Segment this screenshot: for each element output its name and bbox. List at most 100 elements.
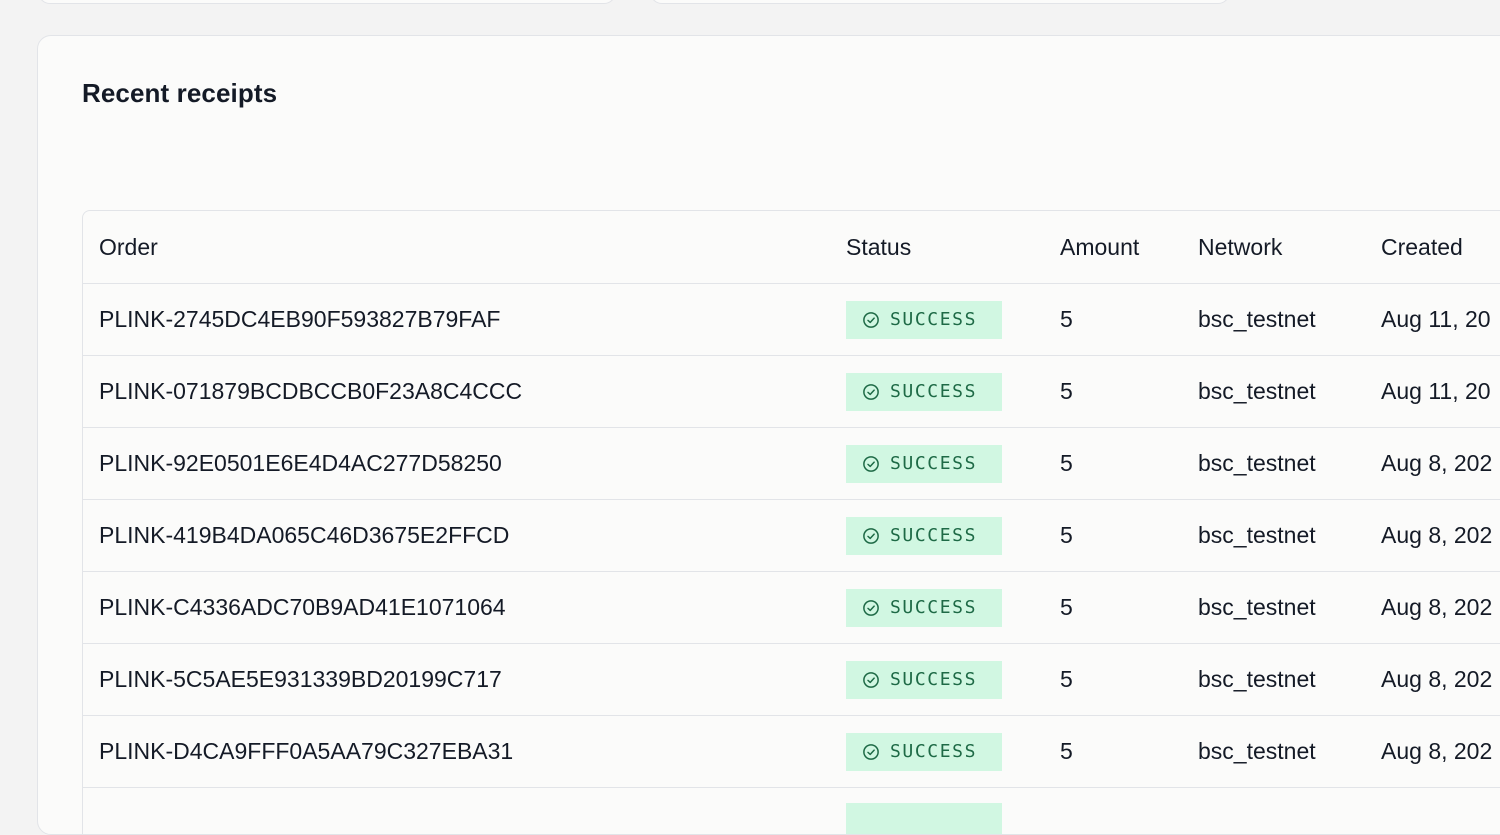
table-row[interactable]: PLINK-92E0501E6E4D4AC277D58250 SUCCESS 5… <box>83 428 1500 500</box>
network-value: bsc_testnet <box>1198 738 1316 764</box>
check-circle-icon <box>862 671 880 689</box>
created-value: Aug 8, 202 <box>1381 522 1492 548</box>
amount-value: 5 <box>1060 522 1073 548</box>
check-circle-icon <box>862 383 880 401</box>
recent-receipts-panel: Recent receipts Order Status Amount Netw… <box>37 35 1500 835</box>
receipts-table: Order Status Amount Network Created PLIN… <box>83 211 1500 835</box>
created-cell: Aug 8, 202 <box>1365 644 1500 716</box>
status-cell: SUCCESS <box>830 716 1044 788</box>
table-body: PLINK-2745DC4EB90F593827B79FAF SUCCESS 5… <box>83 284 1500 835</box>
network-cell: bsc_testnet <box>1182 284 1365 356</box>
status-badge: SUCCESS <box>846 803 1002 835</box>
status-text: SUCCESS <box>890 525 977 546</box>
order-id-cell[interactable]: PLINK-419B4DA065C46D3675E2FFCD <box>83 500 830 572</box>
status-badge: SUCCESS <box>846 733 1002 771</box>
status-badge: SUCCESS <box>846 445 1002 483</box>
network-value: bsc_testnet <box>1198 522 1316 548</box>
table-row[interactable]: PLINK-419B4DA065C46D3675E2FFCD SUCCESS 5… <box>83 500 1500 572</box>
status-text: SUCCESS <box>890 741 977 762</box>
table-row[interactable]: PLINK-D4CA9FFF0A5AA79C327EBA31 SUCCESS 5… <box>83 716 1500 788</box>
created-value: Aug 8, 202 <box>1381 450 1492 476</box>
status-text: SUCCESS <box>890 381 977 402</box>
network-cell: bsc_testnet <box>1182 500 1365 572</box>
table-row[interactable]: PLINK-2745DC4EB90F593827B79FAF SUCCESS 5… <box>83 284 1500 356</box>
receipts-table-container: Order Status Amount Network Created PLIN… <box>82 210 1500 835</box>
check-circle-icon <box>862 599 880 617</box>
amount-cell <box>1044 788 1182 835</box>
status-cell: SUCCESS <box>830 284 1044 356</box>
status-badge: SUCCESS <box>846 373 1002 411</box>
network-cell: bsc_testnet <box>1182 356 1365 428</box>
order-id-cell[interactable]: PLINK-2745DC4EB90F593827B79FAF <box>83 284 830 356</box>
order-id-cell <box>83 788 830 835</box>
amount-cell: 5 <box>1044 644 1182 716</box>
summary-card-left <box>38 0 616 4</box>
order-id: PLINK-071879BCDBCCB0F23A8C4CCC <box>99 378 522 404</box>
order-id-cell[interactable]: PLINK-D4CA9FFF0A5AA79C327EBA31 <box>83 716 830 788</box>
status-badge: SUCCESS <box>846 301 1002 339</box>
network-value: bsc_testnet <box>1198 666 1316 692</box>
order-id-cell[interactable]: PLINK-071879BCDBCCB0F23A8C4CCC <box>83 356 830 428</box>
status-badge: SUCCESS <box>846 589 1002 627</box>
created-value: Aug 8, 202 <box>1381 594 1492 620</box>
created-cell: Aug 8, 202 <box>1365 716 1500 788</box>
created-cell: Aug 11, 20 <box>1365 356 1500 428</box>
status-text: SUCCESS <box>890 669 977 690</box>
network-cell: bsc_testnet <box>1182 716 1365 788</box>
amount-value: 5 <box>1060 738 1073 764</box>
network-value: bsc_testnet <box>1198 594 1316 620</box>
amount-value: 5 <box>1060 306 1073 332</box>
created-cell: Aug 11, 20 <box>1365 284 1500 356</box>
created-cell: Aug 8, 202 <box>1365 500 1500 572</box>
status-cell: SUCCESS <box>830 500 1044 572</box>
status-text: SUCCESS <box>890 453 977 474</box>
created-value: Aug 8, 202 <box>1381 738 1492 764</box>
order-id: PLINK-92E0501E6E4D4AC277D58250 <box>99 450 502 476</box>
column-header-network[interactable]: Network <box>1182 211 1365 284</box>
created-value: Aug 8, 202 <box>1381 666 1492 692</box>
network-cell: bsc_testnet <box>1182 644 1365 716</box>
panel-title: Recent receipts <box>82 78 277 109</box>
order-id-cell[interactable]: PLINK-92E0501E6E4D4AC277D58250 <box>83 428 830 500</box>
created-value: Aug 11, 20 <box>1381 378 1491 404</box>
check-circle-icon <box>862 455 880 473</box>
created-cell <box>1365 788 1500 835</box>
status-badge: SUCCESS <box>846 517 1002 555</box>
column-header-order[interactable]: Order <box>83 211 830 284</box>
amount-cell: 5 <box>1044 356 1182 428</box>
created-value: Aug 11, 20 <box>1381 306 1491 332</box>
amount-value: 5 <box>1060 594 1073 620</box>
status-text: SUCCESS <box>890 309 977 330</box>
network-value: bsc_testnet <box>1198 450 1316 476</box>
column-header-created[interactable]: Created <box>1365 211 1500 284</box>
amount-cell: 5 <box>1044 500 1182 572</box>
status-cell: SUCCESS <box>830 428 1044 500</box>
amount-cell: 5 <box>1044 284 1182 356</box>
status-cell: SUCCESS <box>830 356 1044 428</box>
status-badge: SUCCESS <box>846 661 1002 699</box>
amount-value: 5 <box>1060 378 1073 404</box>
order-id-cell[interactable]: PLINK-C4336ADC70B9AD41E1071064 <box>83 572 830 644</box>
check-circle-icon <box>862 527 880 545</box>
table-row[interactable]: PLINK-C4336ADC70B9AD41E1071064 SUCCESS 5… <box>83 572 1500 644</box>
order-id: PLINK-5C5AE5E931339BD20199C717 <box>99 666 502 692</box>
created-cell: Aug 8, 202 <box>1365 428 1500 500</box>
order-id: PLINK-D4CA9FFF0A5AA79C327EBA31 <box>99 738 513 764</box>
amount-cell: 5 <box>1044 572 1182 644</box>
network-cell <box>1182 788 1365 835</box>
table-row[interactable]: PLINK-5C5AE5E931339BD20199C717 SUCCESS 5… <box>83 644 1500 716</box>
table-row-partial[interactable]: SUCCESS <box>83 788 1500 835</box>
order-id: PLINK-419B4DA065C46D3675E2FFCD <box>99 522 509 548</box>
created-cell: Aug 8, 202 <box>1365 572 1500 644</box>
network-cell: bsc_testnet <box>1182 572 1365 644</box>
column-header-amount[interactable]: Amount <box>1044 211 1182 284</box>
status-cell: SUCCESS <box>830 788 1044 835</box>
order-id-cell[interactable]: PLINK-5C5AE5E931339BD20199C717 <box>83 644 830 716</box>
order-id: PLINK-2745DC4EB90F593827B79FAF <box>99 306 500 332</box>
column-header-status[interactable]: Status <box>830 211 1044 284</box>
table-row[interactable]: PLINK-071879BCDBCCB0F23A8C4CCC SUCCESS 5… <box>83 356 1500 428</box>
check-circle-icon <box>862 311 880 329</box>
network-value: bsc_testnet <box>1198 306 1316 332</box>
check-circle-icon <box>862 743 880 761</box>
amount-value: 5 <box>1060 666 1073 692</box>
